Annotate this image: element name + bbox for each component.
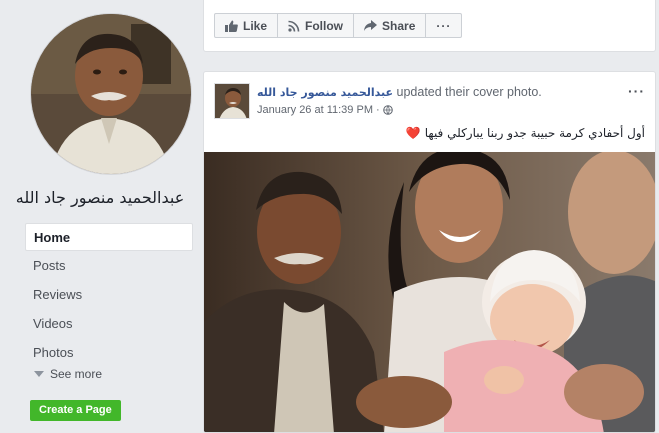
profile-nav: Home Posts Reviews Videos Photos: [25, 223, 193, 368]
caret-down-icon: [34, 371, 44, 377]
profile-action-card: Like Follow Share ···: [203, 0, 656, 52]
post-cover-photo[interactable]: [204, 152, 655, 432]
globe-privacy-icon[interactable]: [382, 105, 393, 115]
left-sidebar: عبدالحميد منصور جاد الله Home Posts Revi…: [0, 0, 202, 433]
follow-button[interactable]: Follow: [278, 14, 355, 37]
post-caption: أول أحفادي كرمة حبيبة جدو ربنا يباركلي ف…: [424, 126, 645, 140]
share-label: Share: [382, 18, 416, 33]
share-button[interactable]: Share: [354, 14, 427, 37]
nav-item-reviews[interactable]: Reviews: [25, 281, 193, 309]
post-header: عبدالحميد منصور جاد الله updated their c…: [257, 85, 542, 99]
more-options-button[interactable]: ···: [426, 14, 461, 37]
cover-photo-image: [204, 152, 655, 432]
profile-name[interactable]: عبدالحميد منصور جاد الله: [0, 188, 200, 207]
post-author-link[interactable]: عبدالحميد منصور جاد الله: [257, 86, 393, 99]
post-options-button[interactable]: ···: [628, 83, 645, 99]
like-button[interactable]: Like: [215, 14, 279, 37]
nav-item-videos[interactable]: Videos: [25, 310, 193, 338]
post-text: أول أحفادي كرمة حبيبة جدو ربنا يباركلي ف…: [406, 126, 645, 140]
nav-item-photos[interactable]: Photos: [25, 339, 193, 367]
author-thumbnail-image: [215, 84, 249, 118]
post-action-text: updated their cover photo.: [396, 85, 542, 99]
meta-separator: ·: [375, 104, 380, 116]
share-arrow-icon: [364, 20, 378, 31]
follow-label: Follow: [305, 18, 344, 33]
create-page-button[interactable]: Create a Page: [30, 400, 121, 421]
post-author-avatar[interactable]: [214, 83, 250, 119]
see-more-label: See more: [50, 367, 103, 381]
action-button-group: Like Follow Share ···: [214, 13, 463, 38]
thumbs-up-icon: [225, 20, 238, 32]
like-label: Like: [243, 18, 268, 33]
see-more-link[interactable]: See more: [34, 367, 102, 381]
post-meta: January 26 at 11:39 PM ·: [257, 104, 393, 116]
nav-item-home[interactable]: Home: [25, 223, 193, 251]
rss-follow-icon: [288, 20, 300, 32]
post-card: عبدالحميد منصور جاد الله updated their c…: [203, 71, 656, 433]
profile-picture[interactable]: [31, 14, 191, 174]
nav-item-posts[interactable]: Posts: [25, 252, 193, 280]
post-timestamp[interactable]: January 26 at 11:39 PM: [257, 104, 373, 116]
heart-emoji: ❤️: [405, 126, 421, 140]
profile-photo-image: [31, 14, 191, 174]
